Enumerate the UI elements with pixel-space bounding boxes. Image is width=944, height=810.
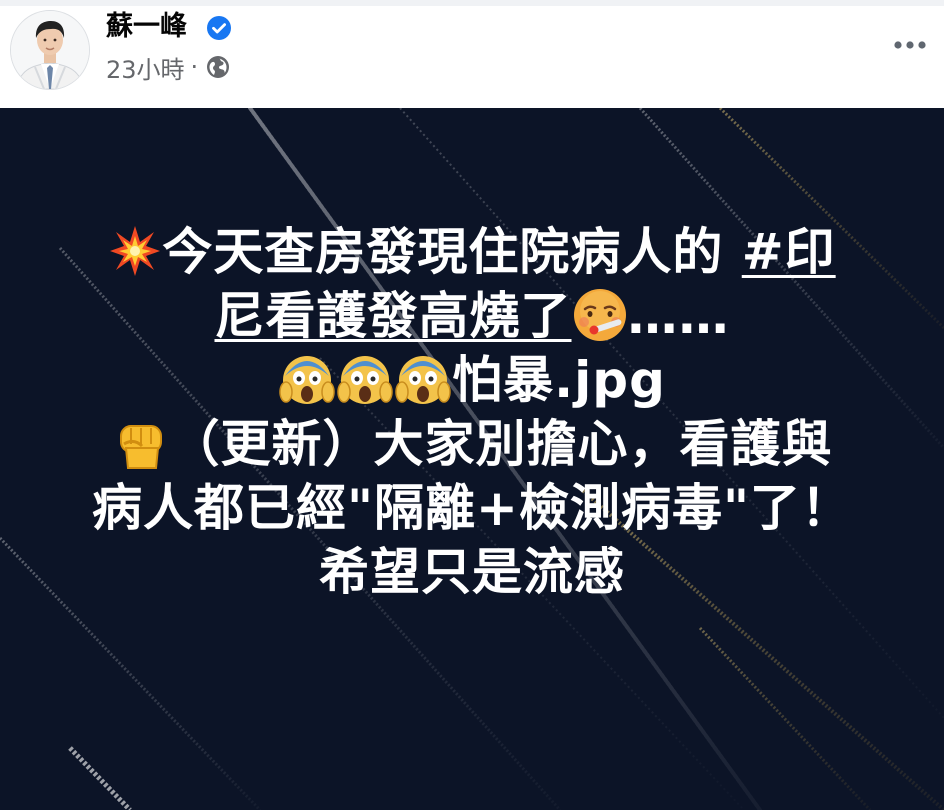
collision-icon (108, 224, 162, 278)
status-line-6: 希望只是流感 (319, 543, 625, 601)
raised-fist-icon (112, 414, 170, 472)
avatar[interactable] (10, 10, 90, 90)
post-timestamp[interactable]: 23小時 (106, 50, 185, 85)
hashtag-link[interactable]: #印 (742, 223, 836, 281)
status-line-1: 今天查房發現住院病人的 #印 (30, 220, 914, 284)
verified-badge-icon (207, 16, 231, 40)
more-options-icon (894, 41, 926, 49)
status-message: 今天查房發現住院病人的 #印 尼看護發高燒了…… 怕暴.jpg （更新）大家別擔… (30, 220, 914, 604)
more-options-button[interactable] (886, 28, 934, 62)
meta-separator: · (190, 53, 199, 81)
status-line-2: 尼看護發高燒了…… (214, 287, 730, 345)
face-screaming-icon (278, 350, 336, 408)
hashtag-link-continued[interactable]: 尼看護發高燒了 (215, 287, 572, 345)
status-background-card: 今天查房發現住院病人的 #印 尼看護發高燒了…… 怕暴.jpg （更新）大家別擔… (0, 108, 944, 810)
post-meta: 23小時 · (106, 50, 230, 84)
face-screaming-icon-3 (394, 350, 452, 408)
post-header: 蘇一峰 23小時 · (0, 6, 944, 108)
face-with-thermometer-icon (572, 287, 628, 343)
status-line-5: 病人都已經"隔離+檢測病毒"了！ (92, 479, 852, 537)
face-screaming-icon-2 (336, 350, 394, 408)
status-line-4: （更新）大家別擔心，看護與 (30, 412, 914, 476)
author-name[interactable]: 蘇一峰 (106, 10, 187, 44)
globe-icon[interactable] (206, 55, 230, 79)
facebook-post: 蘇一峰 23小時 · 今天查房發現住院病人的 #印 尼看護發高燒了 …… 怕暴.… (0, 0, 944, 810)
status-line-3: 怕暴.jpg (30, 348, 914, 412)
